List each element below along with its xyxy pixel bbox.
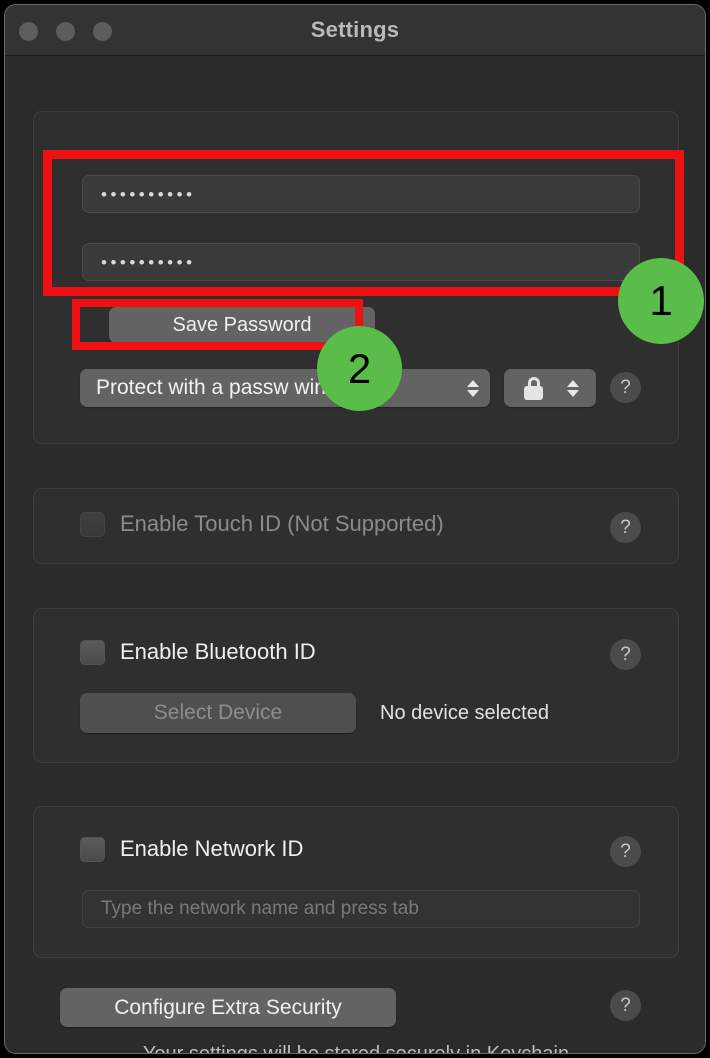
enable-touch-id-label: Enable Touch ID (Not Supported) [120, 511, 444, 536]
confirm-password-input[interactable]: •••••••••• [82, 243, 640, 281]
help-icon-bluetooth[interactable]: ? [610, 639, 641, 670]
enable-touch-id-checkbox [80, 511, 105, 537]
annotation-badge-2: 2 [317, 326, 402, 411]
protect-mode-popup-button[interactable]: Protect with a passw win... [80, 369, 490, 407]
footer-panel: Configure Extra Security ? Your settings… [33, 970, 679, 1054]
network-name-input[interactable]: Type the network name and press tab [82, 890, 640, 928]
network-name-placeholder: Type the network name and press tab [101, 898, 419, 919]
enable-network-id-label: Enable Network ID [120, 836, 304, 861]
bluetooth-panel: Enable Bluetooth ID Select Device No dev… [33, 608, 679, 763]
bluetooth-status-text: No device selected [380, 702, 549, 724]
title-bar: Settings [5, 5, 705, 56]
annotation-badge-1: 1 [618, 258, 704, 344]
settings-content: •••••••••• •••••••••• Save Password Prot… [5, 56, 705, 1054]
help-icon-touch-id[interactable]: ? [610, 512, 641, 543]
confirm-password-value: •••••••••• [101, 252, 196, 272]
enable-touch-id-checkbox-row: Enable Touch ID (Not Supported) [80, 511, 444, 537]
help-icon-network[interactable]: ? [610, 836, 641, 867]
keychain-note: Your settings will be stored securely in… [142, 1043, 570, 1054]
enable-network-id-checkbox[interactable] [80, 836, 105, 862]
lock-icon [524, 376, 544, 400]
password-input[interactable]: •••••••••• [82, 175, 640, 213]
chevron-up-down-icon [566, 379, 579, 397]
enable-bluetooth-id-label: Enable Bluetooth ID [120, 639, 316, 664]
chevron-up-down-icon [467, 379, 479, 397]
enable-bluetooth-id-checkbox-row[interactable]: Enable Bluetooth ID [80, 639, 316, 665]
help-icon-extra-security[interactable]: ? [610, 990, 641, 1021]
lock-popup-button[interactable] [504, 369, 596, 407]
settings-window: Settings •••••••••• •••••••••• Save Pass… [4, 4, 706, 1054]
network-panel: Enable Network ID Type the network name … [33, 806, 679, 958]
enable-network-id-checkbox-row[interactable]: Enable Network ID [80, 836, 303, 862]
window-title: Settings [310, 17, 400, 42]
password-value: •••••••••• [101, 184, 196, 204]
help-icon-password[interactable]: ? [610, 372, 641, 403]
enable-bluetooth-id-checkbox[interactable] [80, 639, 105, 665]
select-device-button: Select Device [80, 693, 356, 733]
protect-mode-label: Protect with a passw win... [96, 376, 344, 399]
touch-id-panel: Enable Touch ID (Not Supported) ? [33, 488, 679, 564]
configure-extra-security-button[interactable]: Configure Extra Security [60, 988, 396, 1027]
